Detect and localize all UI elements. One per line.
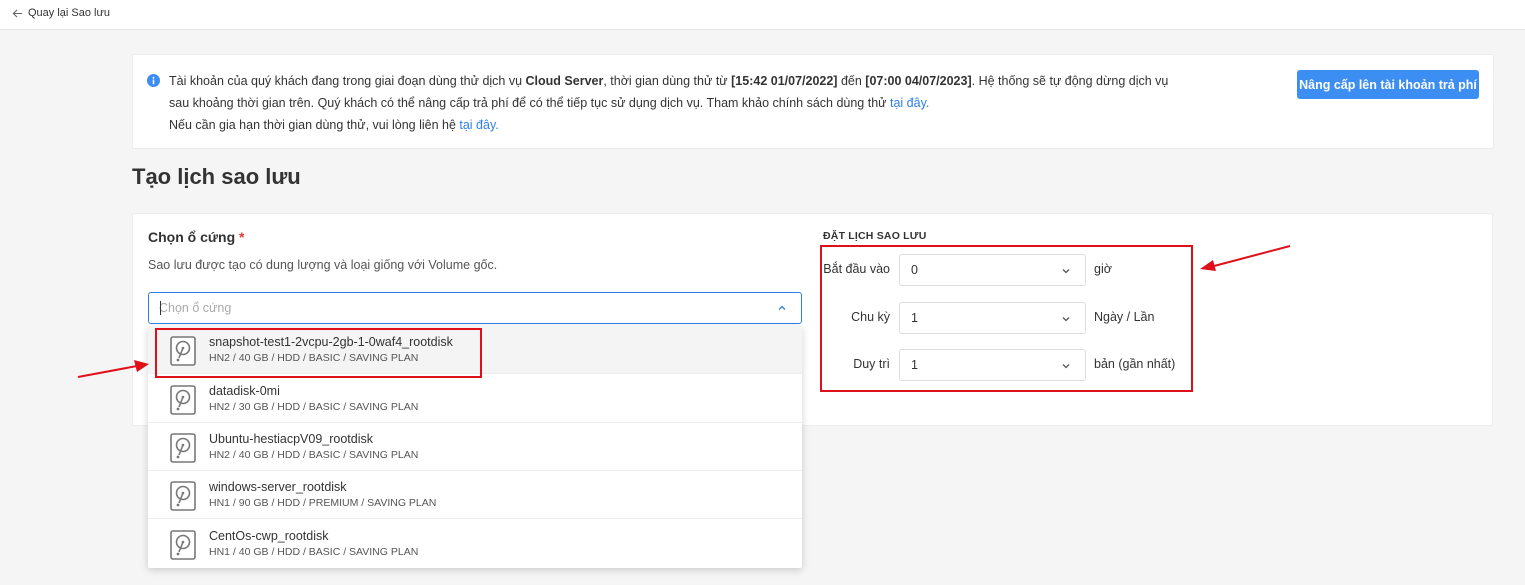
- hard-disk-icon: [170, 530, 196, 560]
- notice-text-part: , thời gian dùng thử từ: [603, 74, 732, 88]
- service-name: Cloud Server: [525, 74, 604, 88]
- disk-option-meta: HN2 / 30 GB / HDD / BASIC / SAVING PLAN: [209, 401, 419, 413]
- notice-text-part: Nếu cần gia hạn thời gian dùng thử, vui …: [169, 118, 460, 132]
- annotation-arrow-icon: [1200, 245, 1291, 271]
- disk-select[interactable]: [148, 292, 802, 324]
- notice-text-part: đến: [837, 74, 866, 88]
- annotation-arrow-icon: [77, 360, 149, 378]
- disk-option[interactable]: Ubuntu-hestiacpV09_rootdisk HN2 / 40 GB …: [148, 423, 802, 471]
- policy-link[interactable]: tại đây.: [890, 96, 929, 110]
- trial-start: [15:42 01/07/2022]: [731, 74, 838, 88]
- disk-label-text: Chọn ổ cứng: [148, 229, 236, 245]
- disk-option-name: Ubuntu-hestiacpV09_rootdisk: [209, 432, 373, 446]
- disk-search-input[interactable]: [159, 299, 759, 317]
- disk-option-meta: HN2 / 40 GB / HDD / BASIC / SAVING PLAN: [209, 449, 419, 461]
- hard-disk-icon: [170, 433, 196, 463]
- disk-option-name: CentOs-cwp_rootdisk: [209, 529, 329, 543]
- trial-end: [07:00 04/07/2023]: [865, 74, 972, 88]
- disk-description: Sao lưu được tạo có dung lượng và loại g…: [148, 258, 498, 272]
- schedule-title: ĐẶT LỊCH SAO LƯU: [823, 230, 927, 242]
- hard-disk-icon: [170, 481, 196, 511]
- disk-option-name: windows-server_rootdisk: [209, 480, 347, 494]
- required-mark: *: [239, 229, 245, 245]
- disk-option-meta: HN1 / 90 GB / HDD / PREMIUM / SAVING PLA…: [209, 497, 437, 509]
- chevron-up-icon[interactable]: [777, 303, 787, 313]
- page-title: Tạo lịch sao lưu: [132, 164, 301, 189]
- disk-label: Chọn ổ cứng *: [148, 229, 244, 245]
- highlight-box-disk-option: [155, 328, 482, 378]
- disk-option-meta: HN1 / 40 GB / HDD / BASIC / SAVING PLAN: [209, 546, 419, 558]
- highlight-box-schedule: [820, 245, 1193, 392]
- contact-link[interactable]: tại đây.: [459, 118, 498, 132]
- hard-disk-icon: [170, 385, 196, 415]
- disk-option[interactable]: windows-server_rootdisk HN1 / 90 GB / HD…: [148, 471, 802, 519]
- notice-text: Tài khoản của quý khách đang trong giai …: [169, 70, 1179, 136]
- back-link-label: Quay lại Sao lưu: [28, 7, 110, 19]
- arrow-left-icon: [12, 8, 23, 18]
- top-bar: Quay lại Sao lưu: [0, 0, 1525, 30]
- disk-option-name: datadisk-0mi: [209, 384, 280, 398]
- disk-option[interactable]: CentOs-cwp_rootdisk HN1 / 40 GB / HDD / …: [148, 520, 802, 568]
- disk-option[interactable]: datadisk-0mi HN2 / 30 GB / HDD / BASIC /…: [148, 375, 802, 423]
- upgrade-button[interactable]: Nâng cấp lên tài khoản trả phí: [1297, 70, 1479, 99]
- text-caret: [160, 301, 161, 315]
- notice-text-part: Tài khoản của quý khách đang trong giai …: [169, 74, 526, 88]
- trial-notice: Tài khoản của quý khách đang trong giai …: [132, 54, 1494, 149]
- back-link[interactable]: Quay lại Sao lưu: [12, 7, 110, 19]
- info-icon: [147, 74, 160, 87]
